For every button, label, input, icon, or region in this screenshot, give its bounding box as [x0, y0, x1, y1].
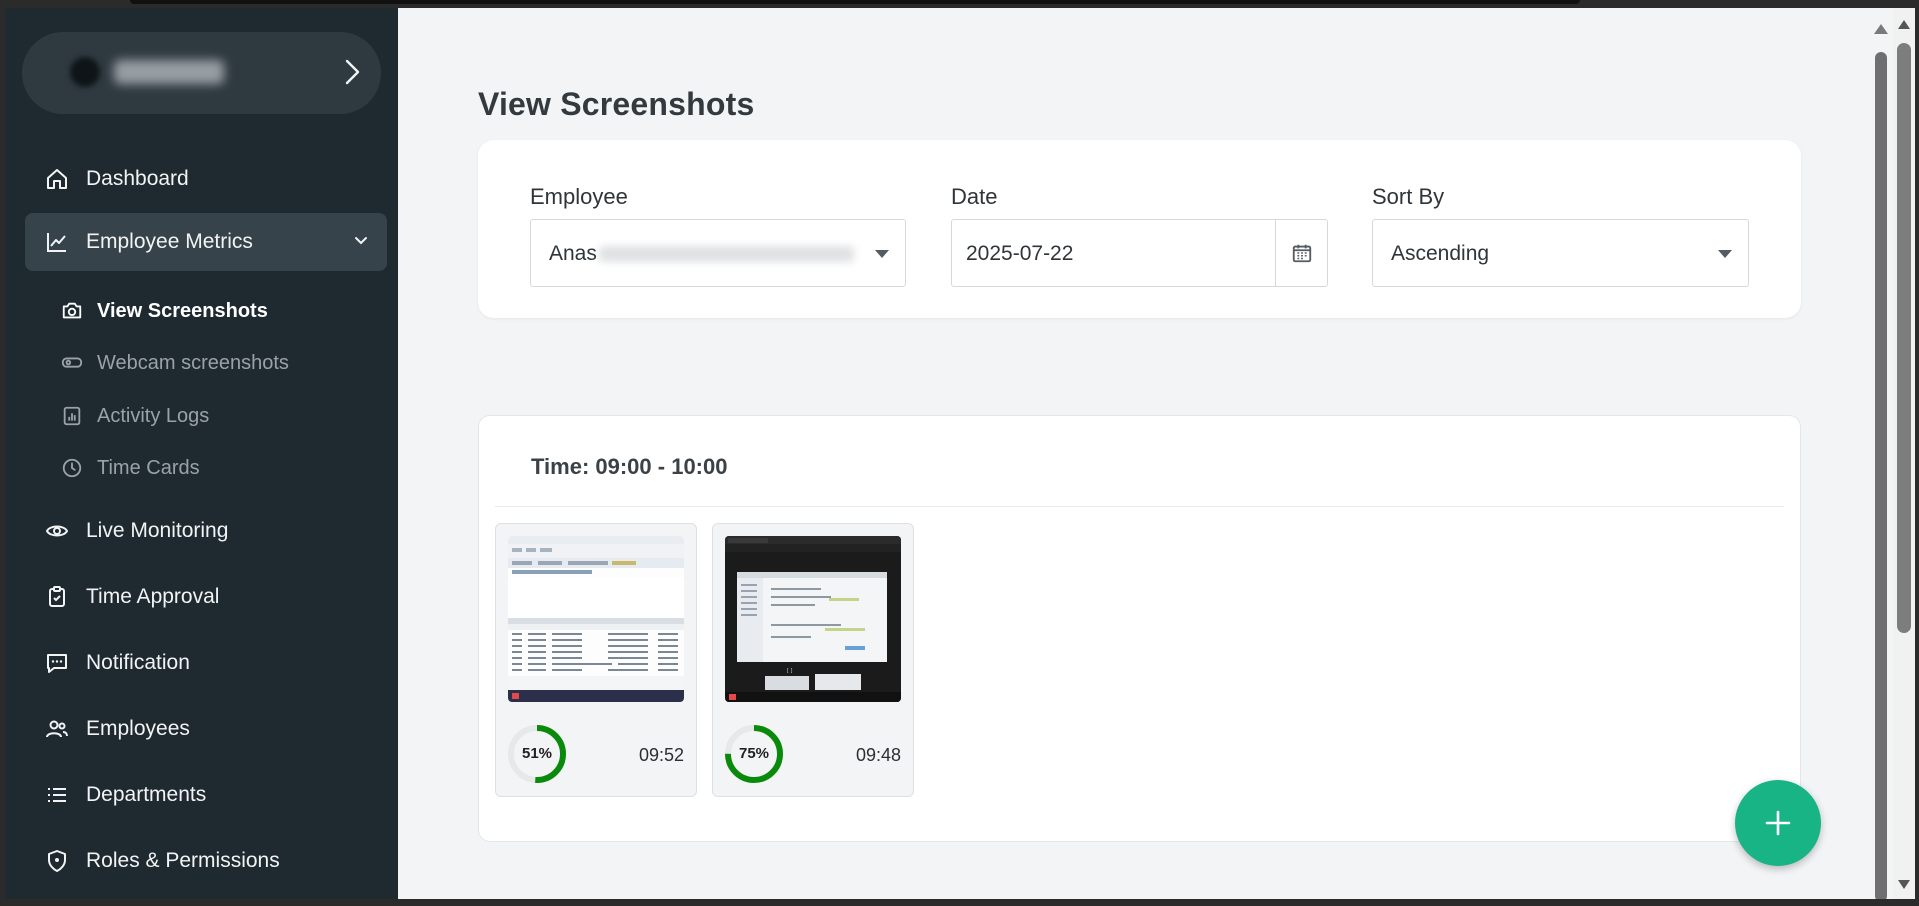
- screenshot-thumbnail[interactable]: [508, 536, 684, 702]
- webcam-icon: [61, 352, 83, 374]
- window-scrollbar[interactable]: [1893, 8, 1915, 899]
- sidebar-item-label: Dashboard: [86, 167, 189, 190]
- sidebar-subitem-label: Activity Logs: [97, 404, 210, 427]
- chevron-right-icon: [345, 59, 360, 85]
- sidebar-subitem-time-cards[interactable]: Time Cards: [61, 450, 200, 486]
- shield-icon: [45, 849, 69, 873]
- scroll-thumb[interactable]: [1875, 52, 1887, 899]
- sort-select[interactable]: Ascending: [1372, 219, 1749, 287]
- profile-name-redacted: [114, 60, 224, 84]
- filter-card: Employee Anas Date 2025-07-22 Sort By As…: [478, 140, 1801, 318]
- sidebar-subitem-label: Webcam screenshots: [97, 351, 289, 374]
- sidebar-item-label: Roles & Permissions: [86, 849, 280, 872]
- list-icon: [45, 783, 69, 807]
- scroll-up-arrow[interactable]: [1898, 20, 1910, 29]
- screenshot-group: Time: 09:00 - 10:00 51% 09:52 [] 75% 09…: [478, 415, 1801, 842]
- svg-text:[ ]: [ ]: [787, 668, 793, 674]
- divider: [495, 506, 1784, 507]
- activity-percent: 51%: [521, 745, 553, 762]
- sidebar-subitem-webcam-screenshots[interactable]: Webcam screenshots: [61, 345, 289, 381]
- chart-line-icon: [45, 230, 69, 254]
- sidebar-item-label: Employee Metrics: [86, 230, 253, 253]
- screenshot-time: 09:48: [855, 745, 901, 765]
- sidebar-item-label: Live Monitoring: [86, 519, 229, 542]
- bar-chart-icon: [61, 405, 83, 427]
- sidebar-item-time-approval[interactable]: Time Approval: [25, 568, 387, 626]
- sidebar-subitem-view-screenshots[interactable]: View Screenshots: [61, 293, 268, 329]
- sidebar-item-notification[interactable]: Notification: [25, 634, 387, 692]
- screenshot-card[interactable]: 51% 09:52: [495, 523, 697, 797]
- app-viewport: Dashboard Employee Metrics View Screensh…: [5, 8, 1915, 899]
- page-scrollbar[interactable]: [1873, 24, 1888, 899]
- add-button[interactable]: [1735, 780, 1821, 866]
- sort-label: Sort By: [1372, 184, 1445, 209]
- activity-percent: 75%: [738, 745, 770, 762]
- group-time-range: Time: 09:00 - 10:00: [531, 454, 728, 479]
- message-icon: [45, 651, 69, 675]
- sidebar-item-live-monitoring[interactable]: Live Monitoring: [25, 502, 387, 560]
- caret-down-icon: [875, 250, 889, 258]
- employee-select-value: Anas: [549, 242, 854, 266]
- date-input-value: 2025-07-22: [966, 242, 1074, 265]
- sidebar-item-departments[interactable]: Departments: [25, 766, 387, 824]
- screenshot-card[interactable]: [ ] 75% 09:48: [712, 523, 914, 797]
- sidebar-subitem-label: Time Cards: [97, 456, 200, 479]
- profile-switcher[interactable]: [22, 32, 381, 114]
- sort-select-value: Ascending: [1391, 242, 1490, 265]
- sidebar: Dashboard Employee Metrics View Screensh…: [5, 8, 398, 899]
- chevron-down-icon: [355, 237, 367, 245]
- sidebar-item-label: Time Approval: [86, 585, 220, 608]
- sidebar-item-label: Departments: [86, 783, 207, 806]
- avatar: [70, 57, 100, 87]
- sidebar-item-dashboard[interactable]: Dashboard: [25, 150, 387, 208]
- browser-frame: Dashboard Employee Metrics View Screensh…: [0, 0, 1919, 906]
- employee-label: Employee: [530, 184, 628, 209]
- camera-icon: [61, 300, 83, 322]
- employee-select[interactable]: Anas: [530, 219, 906, 287]
- caret-down-icon: [1718, 250, 1732, 258]
- scroll-down-arrow[interactable]: [1898, 880, 1910, 889]
- redacted-email: [598, 246, 854, 263]
- sidebar-item-label: Employees: [86, 717, 190, 740]
- sidebar-subitem-activity-logs[interactable]: Activity Logs: [61, 398, 209, 434]
- sidebar-item-roles-permissions[interactable]: Roles & Permissions: [25, 832, 387, 890]
- screenshot-time: 09:52: [638, 745, 684, 765]
- date-input[interactable]: 2025-07-22: [951, 219, 1328, 287]
- scroll-thumb[interactable]: [1897, 43, 1911, 633]
- eye-icon: [45, 519, 69, 543]
- date-label: Date: [951, 184, 998, 209]
- calendar-button[interactable]: [1275, 220, 1327, 286]
- scroll-up-arrow[interactable]: [1874, 24, 1888, 34]
- screenshot-thumbnail[interactable]: [ ]: [725, 536, 901, 702]
- home-icon: [45, 167, 69, 191]
- address-bar-edge: [130, 0, 1580, 4]
- clock-icon: [61, 457, 83, 479]
- sidebar-item-label: Notification: [86, 651, 190, 674]
- clipboard-icon: [45, 585, 69, 609]
- page-title: View Screenshots: [478, 86, 755, 122]
- sidebar-item-employee-metrics[interactable]: Employee Metrics: [25, 213, 387, 271]
- plus-icon: [1765, 810, 1791, 836]
- users-icon: [45, 717, 69, 741]
- sidebar-item-employees[interactable]: Employees: [25, 700, 387, 758]
- sidebar-subitem-label: View Screenshots: [97, 299, 268, 322]
- calendar-icon: [1292, 244, 1311, 263]
